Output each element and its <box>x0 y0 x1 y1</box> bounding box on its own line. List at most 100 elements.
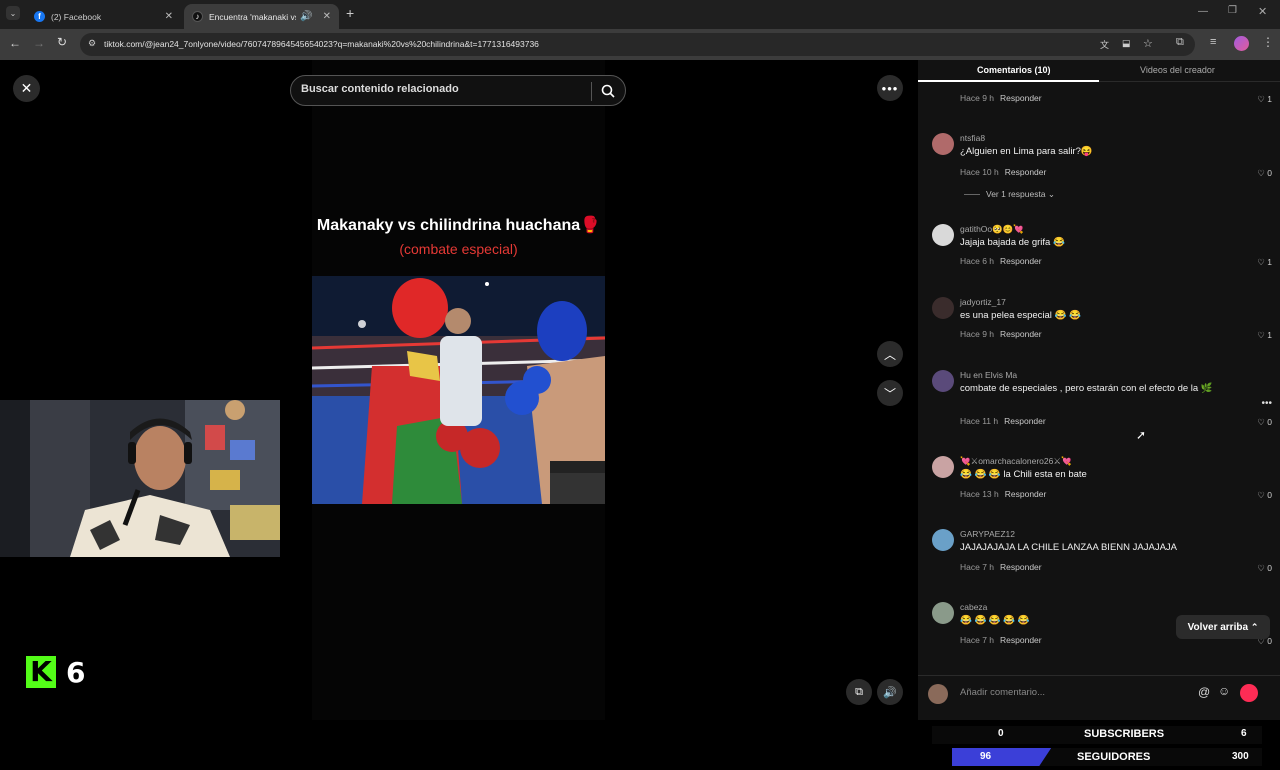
like-number: 0 <box>1267 490 1272 500</box>
streamer-camera-image <box>0 400 280 557</box>
site-info-icon[interactable]: ⚙ <box>88 38 96 49</box>
like-count[interactable]: ♡ 0 <box>1257 417 1272 428</box>
forward-icon[interactable]: → <box>33 36 45 50</box>
reply-button[interactable]: Responder <box>1000 93 1042 103</box>
comment-item: ntsfia8 ¿Alguien en Lima para salir?😝 Ha… <box>932 133 1272 203</box>
like-number: 0 <box>1267 168 1272 178</box>
reply-button[interactable]: Responder <box>1000 562 1042 572</box>
comment-text: 😂 😂 😂 la Chili esta en bate <box>960 469 1087 480</box>
comment-username[interactable]: cabeza <box>960 602 987 612</box>
like-count[interactable]: ♡ 0 <box>1257 168 1272 179</box>
comment-time: Hace 10 h <box>960 167 999 177</box>
volume-button[interactable]: 🔊 <box>877 679 903 705</box>
browser-tab-facebook[interactable]: f (2) Facebook ✕ <box>26 4 181 29</box>
comment-text: JAJAJAJAJA LA CHILE LANZAA BIENN JAJAJAJ… <box>960 542 1177 553</box>
avatar[interactable] <box>932 297 954 319</box>
close-window-button[interactable]: ✕ <box>1258 5 1267 18</box>
reply-button[interactable]: Responder <box>1005 489 1047 499</box>
browser-menu-icon[interactable]: ⋮ <box>1262 35 1274 49</box>
like-count[interactable]: ♡ 1 <box>1257 330 1272 341</box>
profile-avatar[interactable] <box>1234 36 1249 51</box>
minimize-button[interactable]: — <box>1198 6 1208 17</box>
view-replies-button[interactable]: Ver 1 respuesta ⌄ <box>964 189 1055 200</box>
panel-tabs: Comentarios (10) Videos del creador <box>918 60 1280 82</box>
avatar[interactable] <box>932 370 954 392</box>
comment-username[interactable]: GARYPAEZ12 <box>960 529 1015 539</box>
like-count[interactable]: ♡ 1 <box>1257 94 1272 105</box>
more-options-button[interactable]: ••• <box>877 75 903 101</box>
like-count[interactable]: ♡ 0 <box>1257 490 1272 501</box>
post-comment-button[interactable] <box>1240 684 1258 702</box>
reply-button[interactable]: Responder <box>1000 329 1042 339</box>
avatar[interactable] <box>932 456 954 478</box>
followers-right: 300 <box>1232 751 1249 762</box>
video-frame <box>312 276 605 504</box>
comment-time: Hace 7 h <box>960 635 995 645</box>
comment-input[interactable]: Añadir comentario... <box>960 687 1045 698</box>
next-video-button[interactable]: ﹀ <box>877 380 903 406</box>
tab-comments[interactable]: Comentarios (10) <box>977 65 1051 75</box>
facebook-icon: f <box>34 11 45 22</box>
avatar[interactable] <box>932 602 954 624</box>
back-to-top-button[interactable]: Volver arriba ⌃ <box>1176 615 1270 639</box>
video-player[interactable]: Makanaky vs chilindrina huachana🥊 (comba… <box>312 60 605 720</box>
comment-username[interactable]: ntsfia8 <box>960 133 985 143</box>
tab-creator-videos[interactable]: Videos del creador <box>1140 65 1215 75</box>
comment-meta: Hace 9 h Responder <box>960 93 1042 103</box>
video-caption-title: Makanaky vs chilindrina huachana🥊 <box>316 217 601 234</box>
browser-tab-tiktok[interactable]: ♪ Encuentra 'makanaki vs chili 🔊 ✕ <box>184 4 339 29</box>
mention-icon[interactable]: @ <box>1198 685 1210 699</box>
boxing-scene-image <box>312 276 605 504</box>
like-count[interactable]: ♡ 1 <box>1257 257 1272 268</box>
reply-button[interactable]: Responder <box>1005 167 1047 177</box>
stream-counter-overlay: 0 SUBSCRIBERS 6 96 SEGUIDORES 300 <box>932 726 1262 770</box>
like-number: 0 <box>1267 636 1272 646</box>
avatar[interactable] <box>932 133 954 155</box>
avatar[interactable] <box>932 224 954 246</box>
new-tab-button[interactable]: + <box>346 5 354 21</box>
bookmark-star-icon[interactable]: ☆ <box>1143 37 1153 50</box>
like-count[interactable]: ♡ 0 <box>1257 563 1272 574</box>
comment-item: Hace 9 h Responder ♡ 1 <box>932 84 1272 108</box>
previous-video-button[interactable]: ︿ <box>877 341 903 367</box>
like-number: 1 <box>1267 94 1272 104</box>
kick-letter: K <box>30 655 52 688</box>
search-icon[interactable] <box>601 84 615 98</box>
followers-label: SEGUIDORES <box>1077 751 1151 763</box>
tab-search-dropdown-icon[interactable]: ⌄ <box>6 6 20 20</box>
reading-list-icon[interactable]: ≡ <box>1210 36 1216 48</box>
comment-username[interactable]: gatithOo🥺😊💘 <box>960 224 1024 235</box>
view-replies-label: Ver 1 respuesta <box>986 189 1046 199</box>
install-app-icon[interactable]: ⬓ <box>1122 38 1131 49</box>
comment-time: Hace 7 h <box>960 562 995 572</box>
streamer-webcam <box>0 400 280 557</box>
comment-time: Hace 6 h <box>960 256 995 266</box>
comment-more-icon[interactable]: ••• <box>1261 398 1272 409</box>
audio-icon[interactable]: 🔊 <box>300 11 312 22</box>
reply-button[interactable]: Responder <box>1000 256 1042 266</box>
pip-button[interactable]: ⧉ <box>846 679 872 705</box>
restore-button[interactable]: ❐ <box>1228 5 1237 16</box>
address-bar[interactable]: ⚙ tiktok.com/@jean24_7onlyone/video/7607… <box>80 33 1195 56</box>
user-avatar <box>928 684 948 704</box>
back-icon[interactable]: ← <box>9 36 21 50</box>
reload-icon[interactable]: ↻ <box>57 35 67 49</box>
search-input[interactable] <box>301 83 581 95</box>
subscribers-right: 6 <box>1241 728 1247 739</box>
like-number: 1 <box>1267 330 1272 340</box>
reply-button[interactable]: Responder <box>1000 635 1042 645</box>
close-tab-icon[interactable]: ✕ <box>165 11 173 22</box>
like-number: 0 <box>1267 563 1272 573</box>
reply-button[interactable]: Responder <box>1004 416 1046 426</box>
close-tab-icon[interactable]: ✕ <box>323 11 331 22</box>
picture-in-picture-icon: ⧉ <box>855 685 863 698</box>
comment-username[interactable]: 💘⚔omarchacalonero26⚔💘 <box>960 456 1072 467</box>
extensions-icon[interactable]: ⧉ <box>1176 36 1184 49</box>
avatar[interactable] <box>932 529 954 551</box>
comment-username[interactable]: Hu en Elvis Ma <box>960 370 1017 380</box>
browser-toolbar: ← → ↻ ⚙ tiktok.com/@jean24_7onlyone/vide… <box>0 29 1280 60</box>
emoji-icon[interactable]: ☺ <box>1218 684 1230 698</box>
comment-username[interactable]: jadyortiz_17 <box>960 297 1006 307</box>
translate-icon[interactable]: 文 <box>1100 38 1109 51</box>
close-video-button[interactable]: ✕ <box>13 75 40 102</box>
